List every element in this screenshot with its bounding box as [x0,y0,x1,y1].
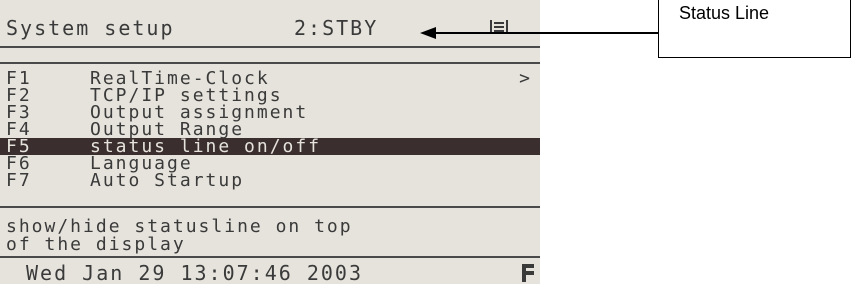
callout-label: Status Line [679,3,770,23]
callout-box: Status Line [658,0,851,58]
arrow-head-icon [420,27,436,39]
